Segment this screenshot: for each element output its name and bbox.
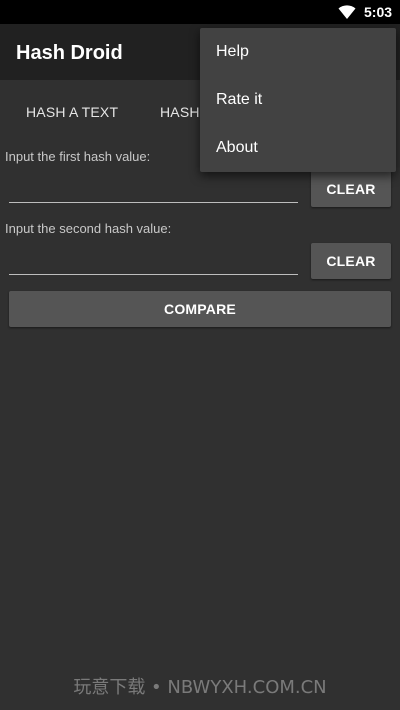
clear-first-button[interactable]: CLEAR — [311, 171, 391, 207]
menu-item-help[interactable]: Help — [200, 28, 396, 76]
clear-second-button[interactable]: CLEAR — [311, 243, 391, 279]
menu-item-about[interactable]: About — [200, 124, 396, 172]
second-hash-label: Input the second hash value: — [5, 221, 172, 236]
tab-hash-file[interactable]: HASH — [160, 80, 200, 144]
status-time: 5:03 — [364, 4, 393, 20]
compare-button[interactable]: COMPARE — [9, 291, 391, 327]
watermark-text: 玩意下载 • NBWYXH.COM.CN — [73, 677, 327, 698]
overflow-menu: Help Rate it About — [200, 28, 396, 172]
menu-item-rate-it[interactable]: Rate it — [200, 76, 396, 124]
tab-hash-a-text[interactable]: HASH A TEXT — [26, 80, 118, 144]
first-hash-input[interactable] — [9, 174, 298, 203]
wifi-icon — [338, 5, 356, 19]
status-bar: 5:03 — [0, 0, 400, 24]
first-hash-label: Input the first hash value: — [5, 149, 151, 164]
second-hash-input[interactable] — [9, 246, 298, 275]
app-title: Hash Droid — [16, 42, 123, 64]
app-screen: 5:03 Hash Droid HASH A TEXT HASH Input t… — [0, 0, 400, 710]
